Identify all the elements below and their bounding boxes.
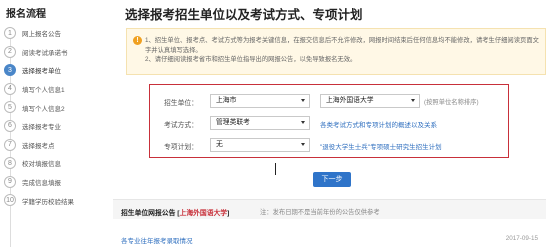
step-number-badge: 2 [4,45,16,58]
step-number-badge: 8 [4,157,16,170]
step-label: 填写个人信息1 [22,87,65,95]
chevron-down-icon [301,99,305,102]
school-sort-hint: (按照单位名称排序) [424,99,479,106]
step-label: 填写个人信息2 [22,105,65,113]
selection-form: 招生单位： 上海市 上海外国语大学 (按照单位名称排序) 考试方式： 管理类联考… [149,84,509,158]
bulletin-section: 招生单位网报公告 [上海外国语大学] 注：发布日期不是当前年份的公告仅供参考 各… [113,199,548,247]
school-select-value: 上海外国语大学 [326,97,374,104]
exam-method-select[interactable]: 管理类联考 [210,116,310,130]
main-panel: 选择报考招生单位以及考试方式、专项计划 ! 1、招生单位、报考点、考试方式等为报… [113,0,548,247]
plan-row: 专项计划： 无 "退役大学生士兵"专项硕士研究生招生计划 [150,136,508,156]
sidebar-step[interactable]: 6 选择报考专业 [0,117,110,136]
exam-row: 考试方式： 管理类联考 各类考试方式和专项计划的概述以及关系 [150,114,508,134]
exam-method-value: 管理类联考 [216,119,250,126]
plan-label: 专项计划： [164,144,198,151]
school-select[interactable]: 上海外国语大学 [320,94,420,108]
step-number-badge: 3 [4,64,16,77]
step-label: 校对填报信息 [22,161,61,169]
sidebar-step[interactable]: 3 选择报考单位 [0,61,110,80]
step-number-badge: 10 [4,194,16,207]
sidebar-step[interactable]: 2 阅读考试承诺书 [0,43,110,62]
notice-box: ! 1、招生单位、报考点、考试方式等为报考关键信息，在报交信息后不允许修改，网报… [126,28,546,75]
bulletin-school-name: 上海外国语大学 [179,210,228,217]
step-label: 学籍学历校验结果 [22,198,74,206]
step-label: 选择报考专业 [22,124,61,132]
step-label: 网上报名公告 [22,31,61,39]
step-label: 选择报考点 [22,142,55,150]
sidebar-step[interactable]: 7 选择报考点 [0,136,110,155]
step-label: 选择报考单位 [22,68,61,76]
province-select[interactable]: 上海市 [210,94,310,108]
text-cursor [275,163,276,175]
exam-overview-link[interactable]: 各类考试方式和专项计划的概述以及关系 [320,119,437,129]
sidebar-step[interactable]: 9 完成信息填报 [0,173,110,192]
unit-label: 招生单位： [164,100,198,107]
unit-row: 招生单位： 上海市 上海外国语大学 (按照单位名称排序) [150,92,508,112]
step-label: 完成信息填报 [22,180,61,188]
sidebar-step[interactable]: 1 网上报名公告 [0,24,110,43]
bulletin-header: 招生单位网报公告 [上海外国语大学] 注：发布日期不是当前年份的公告仅供参考 [113,199,546,219]
bulletin-item-link[interactable]: 各专业往年报考录取情况 [121,235,193,245]
province-select-value: 上海市 [216,97,237,104]
step-number-badge: 7 [4,138,16,151]
bulletin-title-suffix: ] [227,210,230,217]
notice-line-2: 2、请仔细阅读报考省市和招生单位指导出的网报公告，以免导致报名无效。 [145,56,357,63]
sidebar-title: 报名流程 [6,9,46,20]
step-label: 阅读考试承诺书 [22,49,68,57]
sidebar-step[interactable]: 4 填写个人信息1 [0,80,110,99]
step-number-badge: 9 [4,175,16,188]
sidebar-step[interactable]: 10 学籍学历校验结果 [0,191,110,210]
special-plan-value: 无 [216,141,223,148]
step-number-badge: 4 [4,82,16,95]
bulletin-item-date: 2017-09-15 [505,235,538,242]
veteran-plan-link[interactable]: "退役大学生士兵"专项硕士研究生招生计划 [320,141,442,151]
step-number-badge: 5 [4,101,16,114]
bulletin-title-prefix: 招生单位网报公告 [ [121,210,180,217]
sidebar-step[interactable]: 8 校对填报信息 [0,154,110,173]
next-button[interactable]: 下一步 [313,172,351,187]
exam-label: 考试方式： [164,122,198,129]
chevron-down-icon [301,143,305,146]
notice-line-1: 1、招生单位、报考点、考试方式等为报考关键信息，在报交信息后不允许修改，网报时间… [145,37,539,54]
step-list: 1 网上报名公告 2 阅读考试承诺书 3 选择报考单位 4 填写个人信息1 5 填写个人信息2 6 选… [0,24,110,210]
special-plan-select[interactable]: 无 [210,138,310,152]
step-number-badge: 1 [4,27,16,39]
step-number-badge: 6 [4,119,16,132]
page-title: 选择报考招生单位以及考试方式、专项计划 [125,8,363,22]
warning-icon: ! [133,36,142,45]
bulletin-note: 注：发布日期不是当前年份的公告仅供参考 [260,209,380,216]
sidebar-step[interactable]: 5 填写个人信息2 [0,98,110,117]
bulletin-title: 招生单位网报公告 [上海外国语大学] [121,207,229,217]
chevron-down-icon [301,121,305,124]
chevron-down-icon [411,99,415,102]
sidebar: 报名流程 1 网上报名公告 2 阅读考试承诺书 3 选择报考单位 4 填写个人信息1 5 填写个人… [0,0,110,247]
